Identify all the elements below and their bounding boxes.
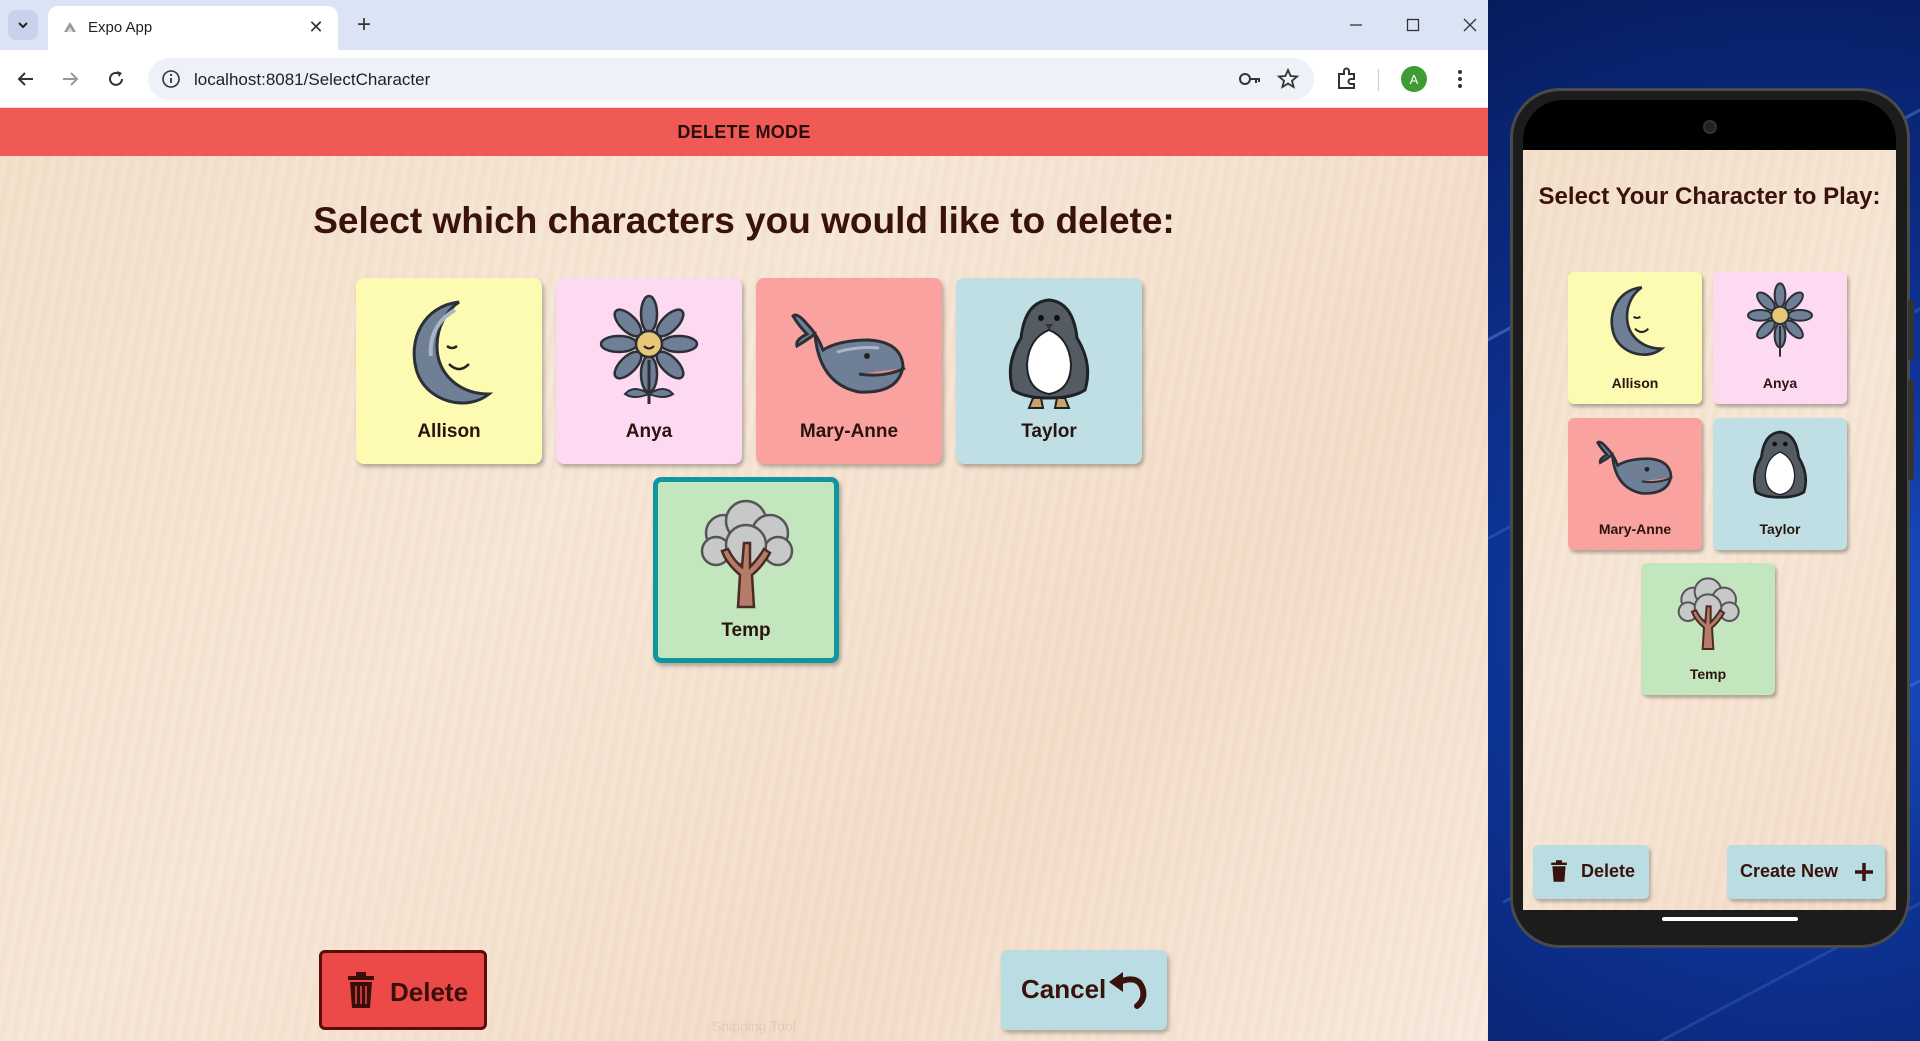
new-tab-button[interactable]: + [350,11,378,39]
tree-icon [700,499,794,609]
snipping-watermark: Snipping Tool [712,1018,796,1034]
page-heading: Select which characters you would like t… [313,200,1175,241]
character-name: Taylor [1759,521,1801,537]
delete-mode-banner: DELETE MODE [0,108,1488,156]
toolbar-divider [1378,69,1379,91]
close-icon [1463,18,1477,32]
reload-icon [109,71,123,86]
more-vertical-icon [1458,70,1462,88]
back-button[interactable] [10,63,42,95]
arrow-left-icon [17,72,33,86]
minimize-button[interactable] [1336,8,1376,42]
site-info-icon[interactable] [160,68,182,90]
phone-volume-button[interactable] [1908,380,1914,480]
trash-icon [1551,860,1567,882]
reload-button[interactable] [100,63,132,95]
tab-expo-app[interactable]: Expo App ✕ [48,6,338,50]
profile-avatar[interactable]: A [1401,66,1427,92]
phone-page-title: Select Your Character to Play: [1538,183,1881,210]
tab-strip: Expo App ✕ + [0,0,1488,50]
character-name: Allison [417,421,481,442]
close-window-button[interactable] [1450,8,1488,42]
phone-card-anya[interactable]: Anya [1713,272,1847,404]
browser-toolbar: localhost:8081/SelectCharacter A [0,50,1488,108]
arrow-right-icon [63,72,79,86]
maximize-button[interactable] [1393,8,1433,42]
character-name: Allison [1611,375,1659,391]
plus-icon [1855,863,1873,881]
flower-icon [599,294,699,404]
phone-card-allison[interactable]: Allison [1568,272,1702,404]
undo-arrow-icon [1109,972,1147,1009]
tab-title: Expo App [88,19,153,36]
character-name: Anya [1762,375,1798,391]
whale-icon [791,313,906,394]
phone-power-button[interactable] [1908,300,1914,360]
delete-button[interactable]: Delete [319,950,487,1030]
tree-icon [1677,577,1740,650]
extensions-puzzle-icon[interactable] [1333,65,1361,93]
address-bar[interactable]: localhost:8081/SelectCharacter [148,58,1314,100]
app-viewport: DELETE MODE Select which characters you … [0,108,1488,1041]
browser-menu-button[interactable] [1446,65,1474,93]
cancel-button-label: Cancel [1021,974,1107,1004]
browser-window: Expo App ✕ + localhost:8081/SelectCharac… [0,0,1488,1041]
tab-search-button[interactable] [8,10,38,40]
character-card-mary-anne[interactable]: Mary-Anne [756,278,942,464]
penguin-icon [1008,298,1090,409]
minimize-icon [1350,24,1362,26]
character-card-allison[interactable]: Allison [356,278,542,464]
bookmark-star-icon[interactable] [1276,67,1300,91]
flower-icon [1747,282,1813,357]
character-name: Mary-Anne [799,421,899,442]
phone-home-indicator[interactable] [1662,917,1798,921]
phone-card-mary-anne[interactable]: Mary-Anne [1568,418,1702,550]
maximize-icon [1406,18,1420,32]
character-name: Anya [625,421,673,442]
trash-icon [348,972,374,1008]
phone-screen: Select Your Character to Play: Allison A… [1523,150,1896,910]
character-card-anya[interactable]: Anya [556,278,742,464]
whale-icon [1595,440,1673,495]
character-name: Taylor [1021,421,1077,442]
forward-button[interactable] [54,63,86,95]
phone-delete-label: Delete [1581,861,1636,881]
phone-card-temp[interactable]: Temp [1641,563,1775,695]
moon-icon [412,300,494,405]
camera-icon [1703,120,1717,134]
moon-icon [1610,286,1666,356]
cancel-button[interactable]: Cancel [1001,950,1167,1030]
character-card-temp[interactable]: Temp [653,477,839,663]
phone-create-new-button[interactable]: Create New [1727,845,1885,899]
phone-card-taylor[interactable]: Taylor [1713,418,1847,550]
character-name: Temp [721,620,771,641]
penguin-icon [1752,430,1808,499]
password-key-icon[interactable] [1238,68,1262,90]
tab-close-icon[interactable]: ✕ [304,15,328,39]
delete-button-label: Delete [390,977,469,1007]
chevron-down-icon [18,22,28,29]
character-name: Temp [1689,666,1727,682]
expo-favicon-icon [64,22,76,32]
character-name: Mary-Anne [1598,521,1672,537]
phone-delete-button[interactable]: Delete [1533,845,1649,899]
phone-create-label: Create New [1740,861,1839,881]
character-card-taylor[interactable]: Taylor [956,278,1142,464]
url-text: localhost:8081/SelectCharacter [194,70,431,89]
